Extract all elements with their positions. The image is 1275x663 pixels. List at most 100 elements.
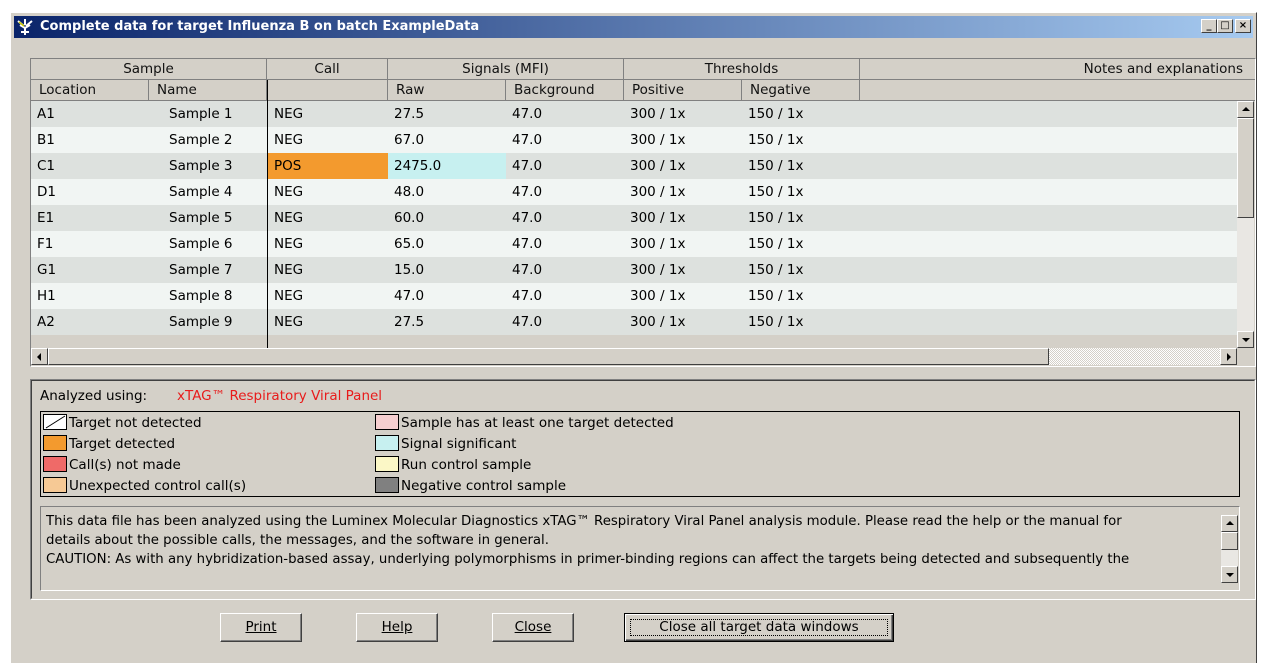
close-window-button[interactable]: × <box>1235 19 1251 33</box>
notes-scroll-down-button[interactable] <box>1221 566 1238 583</box>
horizontal-scroll-thumb[interactable] <box>48 348 1049 365</box>
cell-location: G1 <box>37 262 57 278</box>
scroll-down-button[interactable] <box>1237 331 1254 348</box>
cell-positive: 300 / 1x <box>630 288 686 304</box>
notes-scrollbar[interactable] <box>1221 515 1238 583</box>
cell-background: 47.0 <box>512 132 543 148</box>
notes-textarea[interactable]: This data file has been analyzed using t… <box>40 506 1240 591</box>
color-swatch <box>43 456 67 472</box>
window-title: Complete data for target Influenza B on … <box>40 19 480 34</box>
legend-label: Negative control sample <box>401 478 567 494</box>
arrow-up-icon <box>1242 107 1250 111</box>
close-button-label: Close <box>514 619 552 635</box>
column-header-raw[interactable]: Raw <box>388 80 506 101</box>
cell-raw: 2475.0 <box>388 153 506 179</box>
legend-item-call-not-made: Call(s) not made <box>43 455 181 475</box>
legend-item-unexpected-control: Unexpected control call(s) <box>43 476 246 496</box>
cell-positive: 300 / 1x <box>630 210 686 226</box>
table-row[interactable]: H1 Sample 8 NEG 47.0 47.0 300 / 1x 150 / 1x <box>31 283 1237 309</box>
cell-location: F1 <box>37 236 54 252</box>
legend-item-target-detected: Target detected <box>43 434 175 454</box>
cell-raw: 27.5 <box>394 314 425 330</box>
results-table: Sample Call Signals (MFI) Thresholds Not… <box>30 58 1256 367</box>
title-bar[interactable]: Complete data for target Influenza B on … <box>14 16 1253 38</box>
legend-box: Target not detected Target detected Call… <box>40 411 1240 497</box>
cell-background: 47.0 <box>512 210 543 226</box>
cell-name: Sample 4 <box>169 184 233 200</box>
cell-negative: 150 / 1x <box>748 288 804 304</box>
legend-item-sample-target-detected: Sample has at least one target detected <box>375 413 674 433</box>
scroll-left-button[interactable] <box>31 348 48 365</box>
cell-call: NEG <box>274 314 304 330</box>
cell-positive: 300 / 1x <box>630 184 686 200</box>
notes-line: CAUTION: As with any hybridization-based… <box>46 552 1130 567</box>
cell-positive: 300 / 1x <box>630 236 686 252</box>
cell-positive: 300 / 1x <box>630 106 686 122</box>
cell-negative: 150 / 1x <box>748 158 804 174</box>
vertical-scroll-thumb[interactable] <box>1237 118 1254 218</box>
close-all-target-windows-button[interactable]: Close all target data windows <box>624 613 894 642</box>
close-button[interactable]: Close <box>492 613 574 642</box>
legend-item-run-control: Run control sample <box>375 455 531 475</box>
column-header-call[interactable] <box>267 80 388 101</box>
scroll-up-button[interactable] <box>1237 101 1254 118</box>
cell-raw: 47.0 <box>394 288 425 304</box>
minimize-button[interactable]: _ <box>1201 19 1217 33</box>
cell-negative: 150 / 1x <box>748 236 804 252</box>
notes-scroll-up-button[interactable] <box>1221 515 1238 532</box>
cell-background: 47.0 <box>512 236 543 252</box>
analyzed-using-label: Analyzed using: <box>40 388 148 404</box>
scroll-right-button[interactable] <box>1220 348 1237 365</box>
column-header-background[interactable]: Background <box>506 80 624 101</box>
table-row[interactable]: D1 Sample 4 NEG 48.0 47.0 300 / 1x 150 / 1x <box>31 179 1237 205</box>
column-header-positive[interactable]: Positive <box>624 80 742 101</box>
legend-label: Run control sample <box>401 457 532 473</box>
help-button[interactable]: Help <box>356 613 438 642</box>
cell-call: NEG <box>274 132 304 148</box>
column-header-negative[interactable]: Negative <box>742 80 860 101</box>
analyzed-using-value: xTAG™ Respiratory Viral Panel <box>177 388 383 404</box>
cell-negative: 150 / 1x <box>748 210 804 226</box>
cell-name: Sample 7 <box>169 262 233 278</box>
horizontal-scrollbar[interactable] <box>31 348 1237 365</box>
color-swatch <box>43 435 67 451</box>
maximize-button[interactable]: □ <box>1217 19 1233 33</box>
cell-raw: 48.0 <box>394 184 425 200</box>
table-row[interactable]: F1 Sample 6 NEG 65.0 47.0 300 / 1x 150 / 1x <box>31 231 1237 257</box>
legend-label: Signal significant <box>401 436 517 452</box>
notes-text: This data file has been analyzed using t… <box>46 512 1211 584</box>
cell-positive: 300 / 1x <box>630 158 686 174</box>
arrow-down-icon <box>1226 573 1234 577</box>
column-header-name[interactable]: Name <box>149 80 267 101</box>
notes-line: details about the possible calls, the me… <box>46 533 549 548</box>
legend-label: Target detected <box>69 436 176 452</box>
table-row[interactable]: A2 Sample 9 NEG 27.5 47.0 300 / 1x 150 / 1x <box>31 309 1237 335</box>
cell-negative: 150 / 1x <box>748 132 804 148</box>
cell-location: H1 <box>37 288 56 304</box>
arrow-up-icon <box>1226 521 1234 525</box>
table-row[interactable]: B1 Sample 2 NEG 67.0 47.0 300 / 1x 150 / 1x <box>31 127 1237 153</box>
legend-label: Unexpected control call(s) <box>69 478 247 494</box>
table-row[interactable]: A1 Sample 1 NEG 27.5 47.0 300 / 1x 150 / 1x <box>31 101 1237 127</box>
vertical-scrollbar[interactable] <box>1237 101 1254 348</box>
notes-scroll-thumb[interactable] <box>1221 532 1238 550</box>
cell-location: D1 <box>37 184 56 200</box>
group-header-sample: Sample <box>31 59 267 80</box>
table-row[interactable]: G1 Sample 7 NEG 15.0 47.0 300 / 1x 150 / 1x <box>31 257 1237 283</box>
column-header-location[interactable]: Location <box>31 80 149 101</box>
column-header-notes <box>860 80 1255 101</box>
arrow-right-icon <box>1227 353 1231 361</box>
cell-positive: 300 / 1x <box>630 262 686 278</box>
cell-call: NEG <box>274 236 304 252</box>
arrow-left-icon <box>37 353 41 361</box>
target-data-window: Complete data for target Influenza B on … <box>10 12 1257 663</box>
table-row[interactable]: E1 Sample 5 NEG 60.0 47.0 300 / 1x 150 / 1x <box>31 205 1237 231</box>
color-swatch <box>375 456 399 472</box>
cell-negative: 150 / 1x <box>748 106 804 122</box>
close-icon: × <box>1238 20 1248 31</box>
table-row[interactable]: C1 Sample 3 POS 2475.0 47.0 300 / 1x 150 / 1x <box>31 153 1237 179</box>
cell-background: 47.0 <box>512 158 543 174</box>
cell-background: 47.0 <box>512 106 543 122</box>
print-button[interactable]: Print <box>220 613 302 642</box>
cell-raw: 60.0 <box>394 210 425 226</box>
